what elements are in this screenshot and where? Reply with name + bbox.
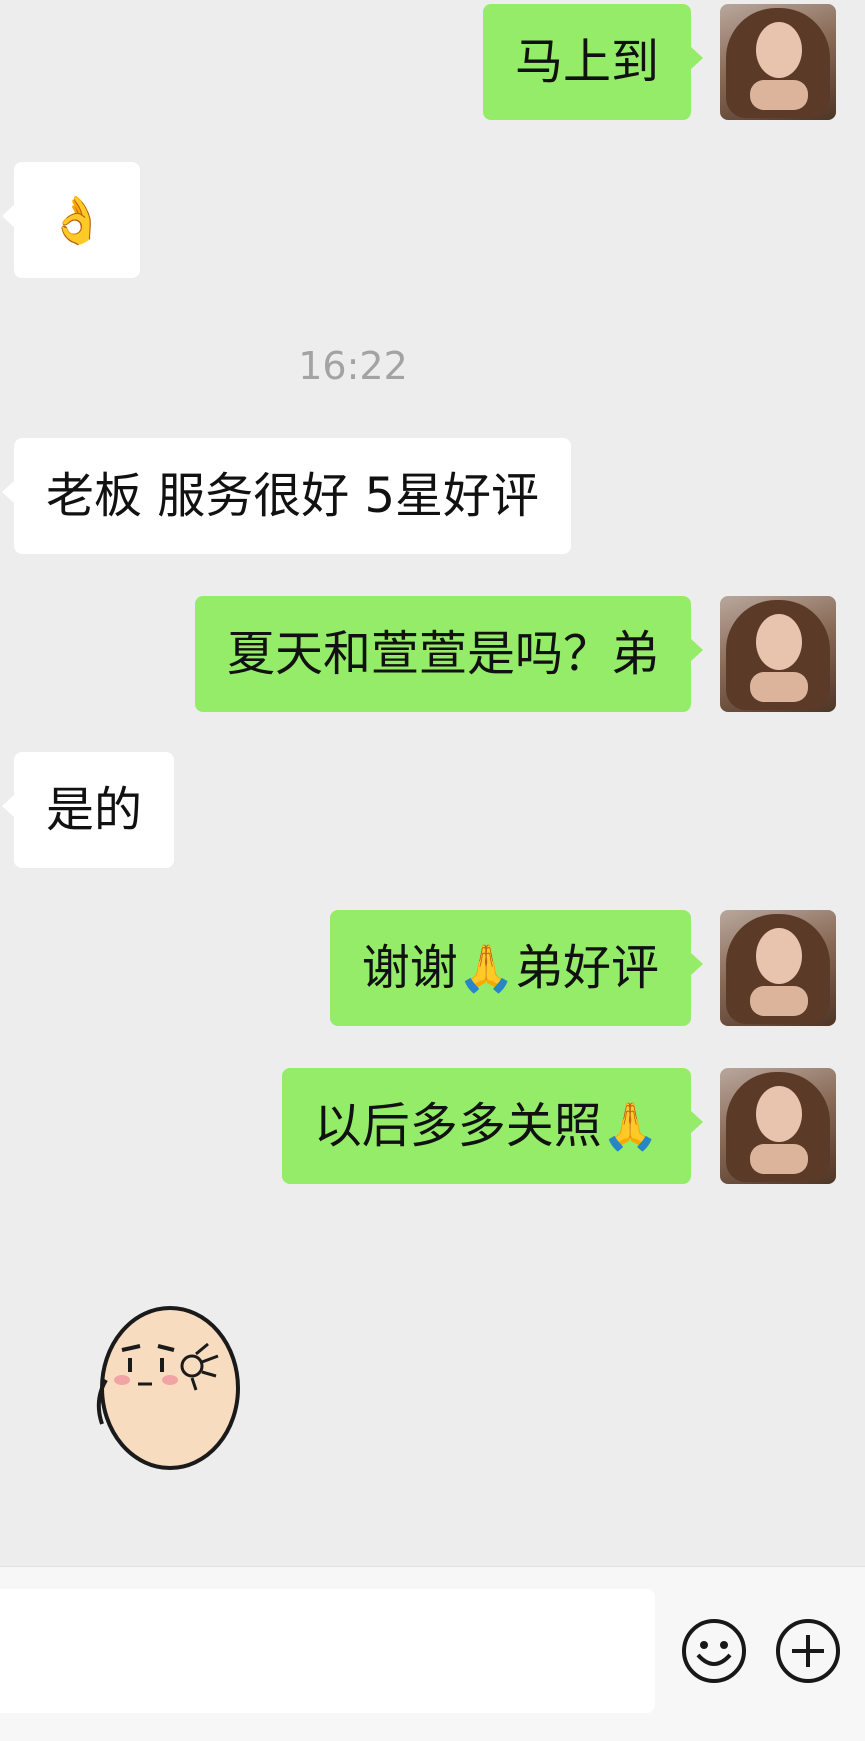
message-bubble-outgoing[interactable]: 夏天和萱萱是吗？弟 [194, 596, 704, 712]
ok-hand-emoji: 👌 [48, 193, 106, 247]
user-avatar[interactable] [720, 596, 836, 712]
message-bubble-incoming[interactable]: 老板 服务很好 5星好评 [1, 438, 572, 554]
user-avatar[interactable] [720, 4, 836, 120]
message-text: 马上到 [514, 34, 659, 90]
plus-circle-icon[interactable] [774, 1617, 842, 1685]
message-text: 老板 服务很好 5星好评 [46, 468, 540, 524]
message-bubble-outgoing[interactable]: 马上到 [482, 4, 704, 120]
message-bubble-incoming[interactable]: 👌 [2, 162, 140, 278]
message-text: 夏天和萱萱是吗？弟 [226, 626, 659, 682]
message-text: 弟好评 [514, 940, 659, 996]
user-avatar[interactable] [720, 1068, 836, 1184]
chat-timestamp: 16:22 [298, 344, 408, 388]
message-input[interactable] [0, 1589, 655, 1713]
user-avatar[interactable] [720, 910, 836, 1026]
message-bubble-outgoing[interactable]: 谢谢 🙏 弟好评 [329, 910, 704, 1026]
chat-screen: 马上到 👌 16:22 老板 服务很好 5星好评 夏天和萱萱是吗？弟 是的 谢谢… [0, 0, 865, 1741]
praying-hands-emoji: 🙏 [457, 941, 515, 995]
message-bubble-incoming[interactable]: 是的 [1, 752, 175, 868]
praying-hands-emoji: 🙏 [601, 1099, 659, 1153]
smiley-icon[interactable] [680, 1617, 748, 1685]
message-text: 谢谢 [361, 940, 458, 996]
message-bubble-outgoing[interactable]: 以后多多关照 🙏 [281, 1068, 704, 1184]
message-text: 是的 [46, 782, 143, 838]
message-text: 以后多多关照 [313, 1098, 602, 1154]
input-bar [0, 1566, 865, 1741]
ok-hand-egg-sticker[interactable] [92, 1300, 246, 1470]
